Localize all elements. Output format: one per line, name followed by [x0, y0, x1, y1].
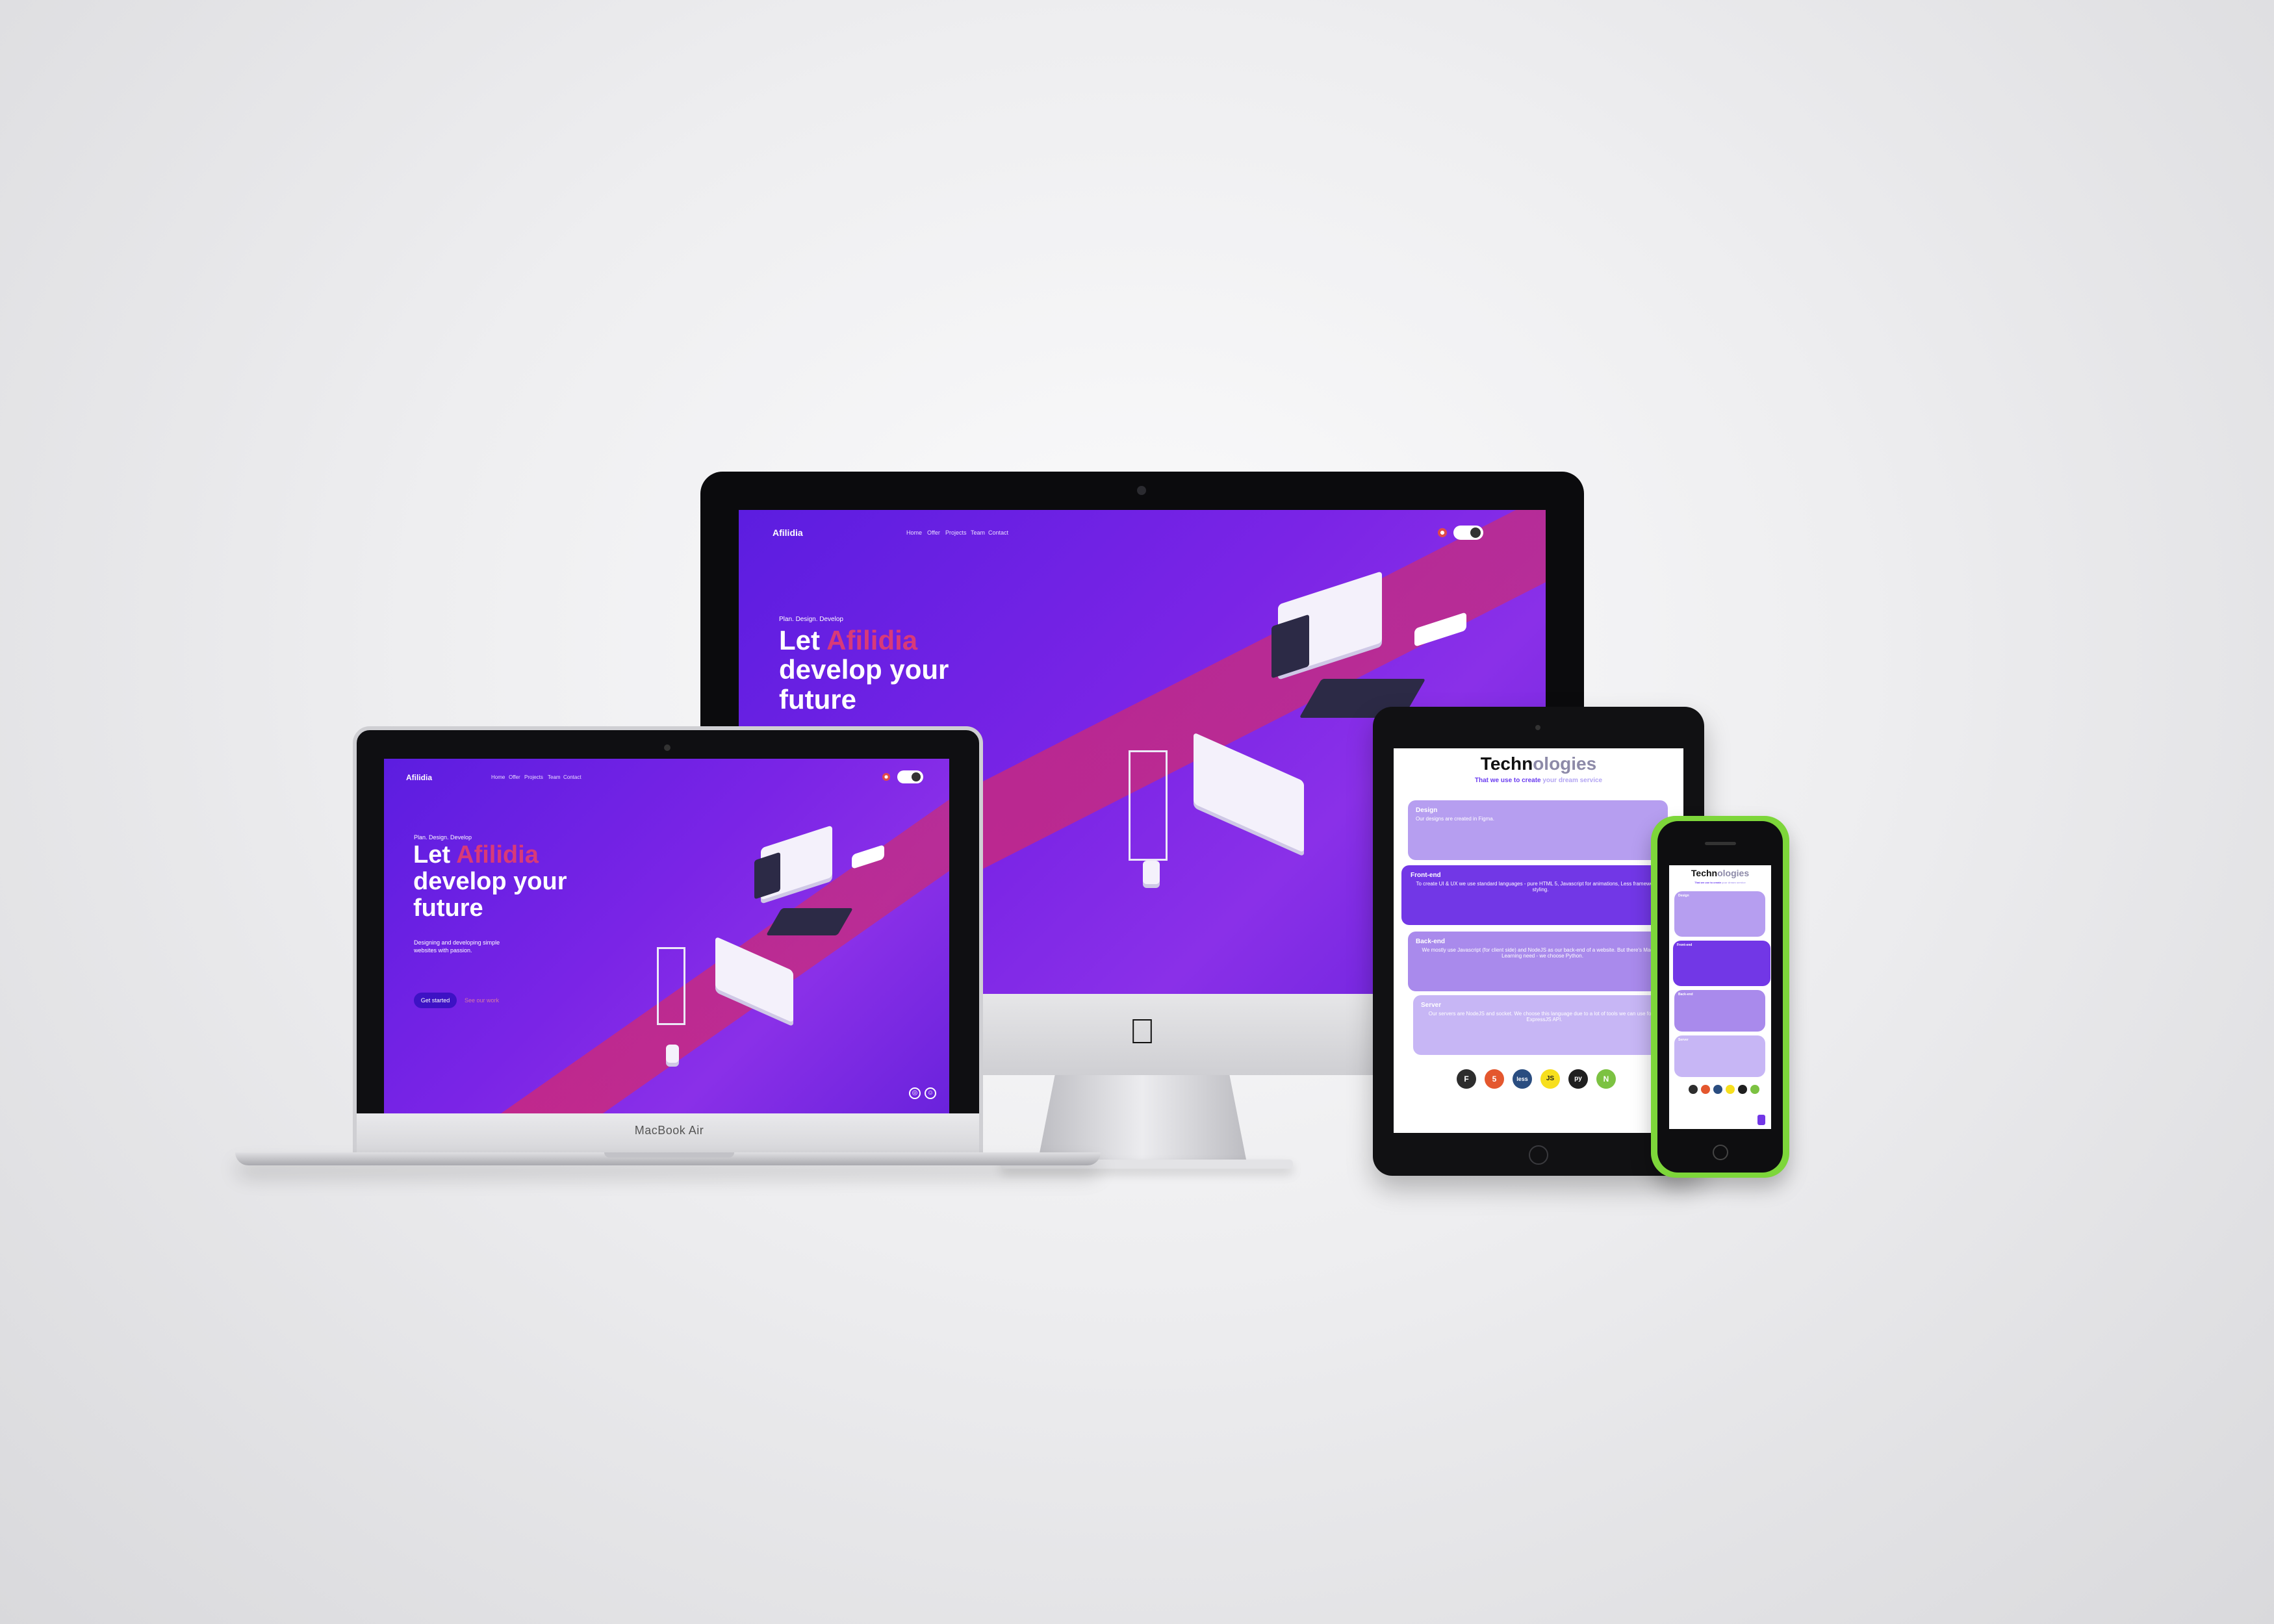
macbook-camera [664, 744, 671, 751]
illustration-person [1143, 861, 1160, 884]
hero-line2: develop your [413, 868, 567, 896]
illustration-person [666, 1045, 679, 1063]
ipad-screen: Technologies That we use to create your … [1394, 748, 1683, 1133]
language-flag-icon[interactable] [1438, 528, 1447, 537]
subtitle-dark: That we use to create [1694, 881, 1722, 884]
tech-card-backend[interactable]: Back-end We mostly use Javascript (for c… [1408, 932, 1683, 991]
iphone-speaker [1705, 842, 1736, 845]
hero-stripe [488, 759, 949, 1113]
subtitle-light: your dream service [1542, 777, 1603, 784]
title-dark: Techn [1480, 754, 1533, 774]
ipad-camera [1535, 725, 1540, 730]
python-icon: py [1568, 1069, 1588, 1089]
nodejs-icon [1750, 1085, 1759, 1094]
ipad-home-button[interactable] [1529, 1145, 1548, 1165]
technologies-subtitle: That we use to create your dream service [1669, 881, 1771, 884]
technologies-title: Technologies [1394, 754, 1683, 774]
tech-card-title: Back-end [1416, 938, 1446, 945]
hero-brand: Afilidia [456, 841, 539, 869]
see-our-work-link[interactable]: See our work [465, 997, 499, 1004]
title-dark: Techn [1691, 868, 1718, 878]
hero-prefix: Let [413, 841, 457, 869]
nav-link-home[interactable]: Home [906, 529, 922, 536]
tech-card-title: Design [1678, 894, 1689, 898]
javascript-icon [1726, 1085, 1735, 1094]
site-logo[interactable]: Afilidia [773, 527, 803, 538]
nav-link-contact[interactable]: Contact [988, 529, 1008, 536]
nodejs-icon: N [1596, 1069, 1616, 1089]
technologies-title: Technologies [1669, 868, 1771, 878]
theme-toggle[interactable] [1453, 526, 1483, 540]
scroll-top-button[interactable] [1757, 1115, 1765, 1125]
tech-card-frontend[interactable]: Front-end To create UI & UX we use stand… [1401, 865, 1683, 925]
macbook-screen: Afilidia Home Offer Projects Team Contac… [384, 759, 949, 1113]
illustration-browser-window [1194, 732, 1304, 853]
toggle-knob [912, 772, 921, 781]
imac-stand [1038, 1075, 1246, 1160]
apple-icon:  [1124, 1013, 1160, 1050]
iphone-screen: Technologies That we use to create your … [1669, 865, 1771, 1129]
illustration-tower [1129, 750, 1168, 861]
nav-link-contact[interactable]: Contact [563, 774, 581, 780]
iphone-home-button[interactable] [1713, 1145, 1728, 1160]
site-logo[interactable]: Afilidia [406, 773, 432, 782]
less-icon [1713, 1085, 1722, 1094]
hero-prefix: Let [779, 625, 827, 655]
toggle-knob [1470, 527, 1481, 538]
macbook-notch [604, 1152, 734, 1158]
theme-toggle[interactable] [897, 770, 923, 783]
tech-card-title: Front-end [1677, 943, 1693, 947]
hero-line2: develop your [779, 654, 949, 685]
language-flag-icon[interactable] [882, 773, 890, 781]
tech-card-text: To create UI & UX we use standard langua… [1416, 881, 1665, 893]
title-light: ologies [1717, 868, 1750, 878]
tech-card-text: We mostly use Javascript (for client sid… [1422, 947, 1663, 959]
nav-link-team[interactable]: Team [971, 529, 985, 536]
hero-tagline: Plan. Design. Develop [779, 616, 843, 623]
tech-card-text: Our servers are NodeJS and socket. We ch… [1428, 1011, 1661, 1022]
illustration-tower [657, 947, 685, 1025]
html5-icon [1701, 1085, 1710, 1094]
tech-card-title: Back-end [1678, 993, 1693, 996]
tech-card-design[interactable]: Design [1674, 891, 1765, 937]
figma-icon [1689, 1085, 1698, 1094]
title-light: ologies [1533, 754, 1597, 774]
imac-camera [1137, 486, 1146, 495]
nav-link-offer[interactable]: Offer [927, 529, 940, 536]
tech-card-design[interactable]: Design Our designs are created in Figma. [1408, 800, 1668, 860]
html5-icon: 5 [1485, 1069, 1504, 1089]
figma-icon: F [1457, 1069, 1476, 1089]
tech-card-text: Our designs are created in Figma. [1416, 816, 1494, 822]
hero-title: Let Afilidia develop your future [413, 841, 628, 922]
python-icon [1738, 1085, 1747, 1094]
hero-brand: Afilidia [826, 625, 918, 655]
less-icon: less [1513, 1069, 1532, 1089]
tech-card-title: Front-end [1411, 872, 1441, 879]
hero-tagline: Plan. Design. Develop [414, 834, 472, 841]
subtitle-light: your dream service [1722, 881, 1746, 884]
hero-description: Designing and developing simple websites… [414, 939, 500, 954]
hero-line3: future [779, 683, 856, 715]
macbook-label: MacBook Air [634, 1124, 704, 1137]
nav-link-offer[interactable]: Offer [509, 774, 520, 780]
nav-link-team[interactable]: Team [548, 774, 561, 780]
tech-card-title: Server [1421, 1002, 1442, 1009]
subtitle-dark: That we use to create [1474, 777, 1543, 784]
nav-link-projects[interactable]: Projects [524, 774, 543, 780]
javascript-icon: JS [1540, 1069, 1560, 1089]
discord-icon[interactable]: ☺ [925, 1087, 936, 1099]
hero-title: Let Afilidia develop your future [779, 626, 1039, 714]
github-icon[interactable]: ◎ [909, 1087, 921, 1099]
hero-line3: future [413, 894, 483, 922]
get-started-button[interactable]: Get started [414, 993, 457, 1008]
tech-card-backend[interactable]: Back-end [1674, 990, 1765, 1032]
tech-card-title: Server [1678, 1038, 1689, 1042]
tech-card-title: Design [1416, 807, 1438, 814]
tech-card-frontend[interactable]: Front-end [1673, 941, 1770, 986]
technologies-subtitle: That we use to create your dream service [1394, 777, 1683, 784]
tech-card-server[interactable]: Server Our servers are NodeJS and socket… [1413, 995, 1683, 1055]
nav-link-projects[interactable]: Projects [945, 529, 967, 536]
nav-link-home[interactable]: Home [491, 774, 505, 780]
tech-card-server[interactable]: Server [1674, 1035, 1765, 1077]
